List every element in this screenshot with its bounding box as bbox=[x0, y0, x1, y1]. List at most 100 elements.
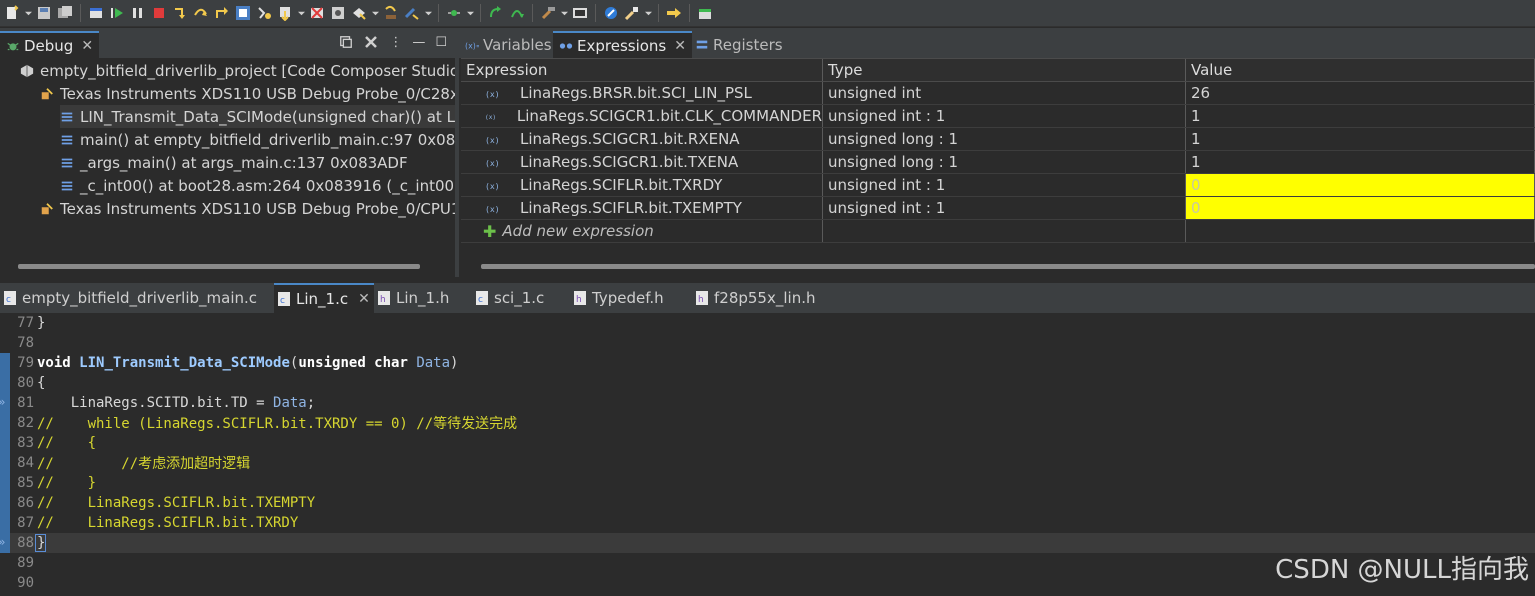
stop-icon[interactable] bbox=[150, 4, 168, 22]
assembly-step-icon[interactable] bbox=[234, 4, 252, 22]
link-icon[interactable] bbox=[487, 4, 505, 22]
code-text: // { bbox=[37, 435, 97, 451]
tree-item-frame-c-int00[interactable]: _c_int00() at boot28.asm:264 0x083916 (_… bbox=[60, 174, 478, 197]
chevron-down-icon[interactable] bbox=[371, 4, 379, 22]
add-new-expression-row[interactable]: ✚ Add new expression bbox=[461, 220, 1535, 243]
terminate-icon[interactable] bbox=[87, 4, 105, 22]
editor-tab-lin1-c[interactable]: c Lin_1.c ✕ bbox=[274, 283, 374, 313]
code-line[interactable]: 87 // LinaRegs.SCIFLR.bit.TXRDY bbox=[0, 513, 1535, 533]
maximize-icon[interactable]: ☐ bbox=[435, 35, 447, 50]
chevron-down-icon[interactable] bbox=[297, 4, 305, 22]
value-cell[interactable]: 1 bbox=[1186, 105, 1535, 127]
tree-item-frame-args-main[interactable]: _args_main() at args_main.c:137 0x083ADF bbox=[60, 151, 408, 174]
add-new-expression-label[interactable]: Add new expression bbox=[502, 222, 653, 240]
code-line[interactable]: 79 void LIN_Transmit_Data_SCIMode(unsign… bbox=[0, 353, 1535, 373]
code-line[interactable]: » 81 LinaRegs.SCITD.bit.TD = Data; bbox=[0, 393, 1535, 413]
editor-tab-lin1-h[interactable]: h Lin_1.h bbox=[374, 283, 453, 313]
code-editor[interactable]: 77 } 78 79 void LIN_Transmit_Data_SCIMod… bbox=[0, 313, 1535, 596]
save-icon[interactable] bbox=[35, 4, 53, 22]
expressions-horizontal-scrollbar[interactable] bbox=[481, 264, 1535, 269]
view-menu-icon[interactable]: ⋮ bbox=[389, 35, 402, 50]
code-text: LinaRegs.SCITD.bit.TD = Data; bbox=[37, 395, 316, 411]
terminal-icon[interactable] bbox=[571, 4, 589, 22]
open-view-icon[interactable] bbox=[696, 4, 714, 22]
chevron-down-icon[interactable] bbox=[24, 4, 32, 22]
tab-variables[interactable]: (x)= Variables bbox=[459, 31, 558, 58]
editor-tab-main-c[interactable]: c empty_bitfield_driverlib_main.c bbox=[0, 283, 261, 313]
code-line[interactable]: 85 // } bbox=[0, 473, 1535, 493]
build-icon[interactable] bbox=[403, 4, 421, 22]
chevron-down-icon[interactable] bbox=[644, 4, 652, 22]
hardware-breakpoint-icon[interactable] bbox=[329, 4, 347, 22]
editor-tab-typedef-h[interactable]: h Typedef.h bbox=[570, 283, 668, 313]
close-icon[interactable]: ✕ bbox=[81, 38, 93, 54]
tree-item-label: _c_int00() at boot28.asm:264 0x083916 (_… bbox=[80, 176, 478, 195]
flash-icon[interactable] bbox=[350, 4, 368, 22]
remove-all-terminated-icon[interactable] bbox=[363, 34, 379, 50]
table-row[interactable]: (x) LinaRegs.SCIGCR1.bit.TXENA unsigned … bbox=[461, 151, 1535, 174]
chevron-down-icon[interactable] bbox=[466, 4, 474, 22]
tree-item-probe-cpu1[interactable]: Texas Instruments XDS110 USB Debug Probe… bbox=[40, 197, 468, 220]
tree-item-probe-c28[interactable]: Texas Instruments XDS110 USB Debug Probe… bbox=[40, 82, 468, 105]
value-cell[interactable]: 1 bbox=[1186, 128, 1535, 150]
tab-expressions[interactable]: Expressions ✕ bbox=[553, 31, 692, 58]
code-line[interactable]: 78 bbox=[0, 333, 1535, 353]
code-line[interactable]: 80 { bbox=[0, 373, 1535, 393]
type-cell: unsigned long : 1 bbox=[823, 151, 1186, 173]
restart-icon[interactable] bbox=[255, 4, 273, 22]
chevron-down-icon[interactable] bbox=[560, 4, 568, 22]
svg-text:h: h bbox=[698, 295, 704, 305]
tree-item-project[interactable]: empty_bitfield_driverlib_project [Code C… bbox=[20, 59, 459, 82]
tab-debug[interactable]: Debug ✕ bbox=[0, 31, 100, 58]
resume-icon[interactable] bbox=[108, 4, 126, 22]
code-line[interactable]: 83 // { bbox=[0, 433, 1535, 453]
run-to-line-icon[interactable] bbox=[382, 4, 400, 22]
editor-tab-sci1-c[interactable]: c sci_1.c bbox=[472, 283, 548, 313]
save-all-icon[interactable] bbox=[56, 4, 74, 22]
expression-cell: (x) LinaRegs.BRSR.bit.SCI_LIN_PSL bbox=[461, 82, 823, 104]
table-row[interactable]: (x) LinaRegs.SCIGCR1.bit.CLK_COMMANDER u… bbox=[461, 105, 1535, 128]
reset-icon[interactable] bbox=[308, 4, 326, 22]
suspend-icon[interactable] bbox=[129, 4, 147, 22]
code-line[interactable]: 77 } bbox=[0, 313, 1535, 333]
code-line[interactable]: 84 // //考虑添加超时逻辑 bbox=[0, 453, 1535, 473]
step-into-icon[interactable] bbox=[171, 4, 189, 22]
minimize-icon[interactable]: — bbox=[412, 35, 425, 50]
code-line[interactable]: 86 // LinaRegs.SCIFLR.bit.TXEMPTY bbox=[0, 493, 1535, 513]
tab-variables-label: Variables bbox=[483, 35, 552, 54]
load-program-icon[interactable] bbox=[276, 4, 294, 22]
expression-icon: (x) bbox=[485, 113, 495, 120]
value-cell[interactable]: 26 bbox=[1186, 82, 1535, 104]
editor-tab-f28p55x-lin-h[interactable]: h f28p55x_lin.h bbox=[692, 283, 819, 313]
console-icon[interactable] bbox=[445, 4, 463, 22]
next-annotation-icon[interactable] bbox=[665, 4, 683, 22]
tree-item-frame-lin-transmit[interactable]: LIN_Transmit_Data_SCIMode(unsigned char)… bbox=[60, 105, 469, 128]
step-return-icon[interactable] bbox=[213, 4, 231, 22]
value-cell[interactable]: 1 bbox=[1186, 151, 1535, 173]
tree-item-frame-main[interactable]: main() at empty_bitfield_driverlib_main.… bbox=[60, 128, 474, 151]
close-icon[interactable]: ✕ bbox=[674, 38, 686, 54]
hammer-icon[interactable] bbox=[539, 4, 557, 22]
globe-icon[interactable] bbox=[602, 4, 620, 22]
pencil-icon[interactable] bbox=[508, 4, 526, 22]
column-header-expression[interactable]: Expression bbox=[461, 59, 823, 81]
value-cell-changed[interactable]: 0 bbox=[1186, 174, 1535, 196]
step-over-icon[interactable] bbox=[192, 4, 210, 22]
table-row[interactable]: (x) LinaRegs.BRSR.bit.SCI_LIN_PSL unsign… bbox=[461, 82, 1535, 105]
value-cell-changed[interactable]: 0 bbox=[1186, 197, 1535, 219]
column-header-type[interactable]: Type bbox=[823, 59, 1186, 81]
close-icon[interactable]: ✕ bbox=[358, 291, 370, 307]
table-row[interactable]: (x) LinaRegs.SCIFLR.bit.TXEMPTY unsigned… bbox=[461, 197, 1535, 220]
tab-registers[interactable]: Registers bbox=[689, 31, 789, 58]
brush-icon[interactable] bbox=[623, 4, 641, 22]
chevron-down-icon[interactable] bbox=[424, 4, 432, 22]
new-icon[interactable] bbox=[3, 4, 21, 22]
table-row[interactable]: (x) LinaRegs.SCIFLR.bit.TXRDY unsigned i… bbox=[461, 174, 1535, 197]
debug-horizontal-scrollbar[interactable] bbox=[18, 264, 420, 269]
column-header-value[interactable]: Value bbox=[1186, 59, 1535, 81]
collapse-all-icon[interactable] bbox=[339, 35, 353, 49]
expression-name: LinaRegs.SCIGCR1.bit.RXENA bbox=[520, 130, 740, 148]
line-number: 89 bbox=[17, 555, 34, 571]
code-line[interactable]: 82 // while (LinaRegs.SCIFLR.bit.TXRDY =… bbox=[0, 413, 1535, 433]
table-row[interactable]: (x) LinaRegs.SCIGCR1.bit.RXENA unsigned … bbox=[461, 128, 1535, 151]
